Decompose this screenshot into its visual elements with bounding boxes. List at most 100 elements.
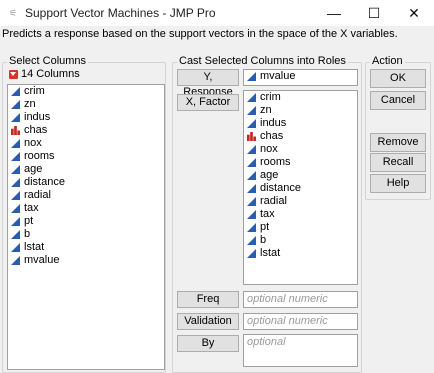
nominal-column-icon — [247, 132, 256, 141]
continuous-column-icon — [11, 139, 20, 148]
x-factor-list[interactable]: crim zn indus chas nox rooms age distance radial… — [243, 90, 358, 285]
platform-description: Predicts a response based on the support… — [2, 28, 398, 40]
remove-button[interactable]: Remove — [370, 133, 426, 152]
select-columns-panel: Select Columns 14 Columns crim zn indus cha… — [2, 55, 166, 373]
y-response-list[interactable]: mvalue — [243, 69, 358, 86]
continuous-column-icon — [247, 249, 256, 258]
column-name: rooms — [24, 150, 55, 162]
freq-button[interactable]: Freq — [177, 291, 239, 308]
column-name: crim — [260, 91, 281, 103]
x-factor-item[interactable]: lstat — [244, 247, 357, 260]
maximize-button[interactable]: ☐ — [354, 0, 394, 26]
continuous-column-icon — [11, 256, 20, 265]
column-list-item[interactable]: radial — [8, 189, 164, 202]
x-factor-item[interactable]: indus — [244, 117, 357, 130]
column-name: nox — [24, 137, 42, 149]
column-list-item[interactable]: mvalue — [8, 254, 164, 267]
continuous-column-icon — [11, 165, 20, 174]
column-list-item[interactable]: chas — [8, 124, 164, 137]
continuous-column-icon — [11, 217, 20, 226]
column-name: nox — [260, 143, 278, 155]
x-factor-item[interactable]: chas — [244, 130, 357, 143]
x-factor-item[interactable]: crim — [244, 91, 357, 104]
continuous-column-icon — [247, 223, 256, 232]
x-factor-item[interactable]: age — [244, 169, 357, 182]
x-factor-button[interactable]: X, Factor — [177, 94, 239, 111]
column-name: tax — [24, 202, 39, 214]
continuous-column-icon — [247, 184, 256, 193]
continuous-column-icon — [11, 100, 20, 109]
x-factor-item[interactable]: nox — [244, 143, 357, 156]
column-count-menu[interactable]: 14 Columns — [9, 68, 80, 80]
app-icon: ⚟ — [9, 8, 18, 18]
x-factor-item[interactable]: zn — [244, 104, 357, 117]
y-response-item[interactable]: mvalue — [244, 70, 357, 83]
column-name: distance — [260, 182, 301, 194]
column-name: indus — [260, 117, 287, 129]
by-field[interactable]: optional — [243, 334, 358, 367]
column-list[interactable]: crim zn indus chas nox rooms age distance radial… — [7, 84, 165, 370]
column-name: chas — [260, 130, 284, 142]
column-name: chas — [24, 124, 48, 136]
continuous-column-icon — [247, 145, 256, 154]
help-button[interactable]: Help — [370, 174, 426, 193]
column-name: radial — [260, 195, 287, 207]
column-name: b — [260, 234, 267, 246]
x-factor-item[interactable]: pt — [244, 221, 357, 234]
x-factor-item[interactable]: tax — [244, 208, 357, 221]
column-name: zn — [24, 98, 36, 110]
cast-roles-panel: Cast Selected Columns into Roles Y, Resp… — [172, 55, 362, 373]
continuous-column-icon — [247, 210, 256, 219]
continuous-column-icon — [11, 152, 20, 161]
column-list-item[interactable]: age — [8, 163, 164, 176]
continuous-column-icon — [247, 171, 256, 180]
recall-button[interactable]: Recall — [370, 153, 426, 172]
by-button[interactable]: By — [177, 335, 239, 352]
column-list-item[interactable]: distance — [8, 176, 164, 189]
x-factor-item[interactable]: radial — [244, 195, 357, 208]
column-name: age — [260, 169, 279, 181]
column-name: zn — [260, 104, 272, 116]
column-name: pt — [24, 215, 34, 227]
action-legend: Action — [370, 55, 405, 67]
continuous-column-icon — [11, 191, 20, 200]
column-name: rooms — [260, 156, 291, 168]
column-name: tax — [260, 208, 275, 220]
validation-placeholder: optional numeric — [247, 315, 328, 327]
column-name: indus — [24, 111, 51, 123]
column-name: pt — [260, 221, 270, 233]
x-factor-item[interactable]: b — [244, 234, 357, 247]
validation-field[interactable]: optional numeric — [243, 313, 358, 330]
red-triangle-menu-icon[interactable] — [9, 69, 18, 79]
x-factor-item[interactable]: distance — [244, 182, 357, 195]
column-list-item[interactable]: zn — [8, 98, 164, 111]
minimize-button[interactable]: — — [314, 0, 354, 26]
title-bar: ⚟ Support Vector Machines - JMP Pro — ☐ … — [0, 0, 434, 26]
ok-button[interactable]: OK — [370, 69, 426, 88]
column-list-item[interactable]: tax — [8, 202, 164, 215]
action-panel: Action OK Cancel Remove Recall Help — [365, 55, 431, 200]
column-name: crim — [24, 85, 45, 97]
column-list-item[interactable]: rooms — [8, 150, 164, 163]
column-list-item[interactable]: nox — [8, 137, 164, 150]
close-button[interactable]: ✕ — [394, 0, 434, 26]
y-response-button[interactable]: Y, Response — [177, 69, 239, 98]
column-list-item[interactable]: lstat — [8, 241, 164, 254]
cancel-button[interactable]: Cancel — [370, 91, 426, 110]
column-count-label: 14 Columns — [21, 68, 80, 80]
column-name: mvalue — [260, 70, 296, 82]
cast-roles-legend: Cast Selected Columns into Roles — [177, 55, 348, 67]
column-name: distance — [24, 176, 65, 188]
column-list-item[interactable]: b — [8, 228, 164, 241]
column-list-item[interactable]: crim — [8, 85, 164, 98]
x-factor-item[interactable]: rooms — [244, 156, 357, 169]
continuous-column-icon — [11, 204, 20, 213]
column-name: age — [24, 163, 43, 175]
column-name: lstat — [260, 247, 281, 259]
by-placeholder: optional — [247, 336, 286, 348]
validation-button[interactable]: Validation — [177, 313, 239, 330]
column-list-item[interactable]: indus — [8, 111, 164, 124]
freq-placeholder: optional numeric — [247, 293, 328, 305]
column-list-item[interactable]: pt — [8, 215, 164, 228]
freq-field[interactable]: optional numeric — [243, 291, 358, 308]
